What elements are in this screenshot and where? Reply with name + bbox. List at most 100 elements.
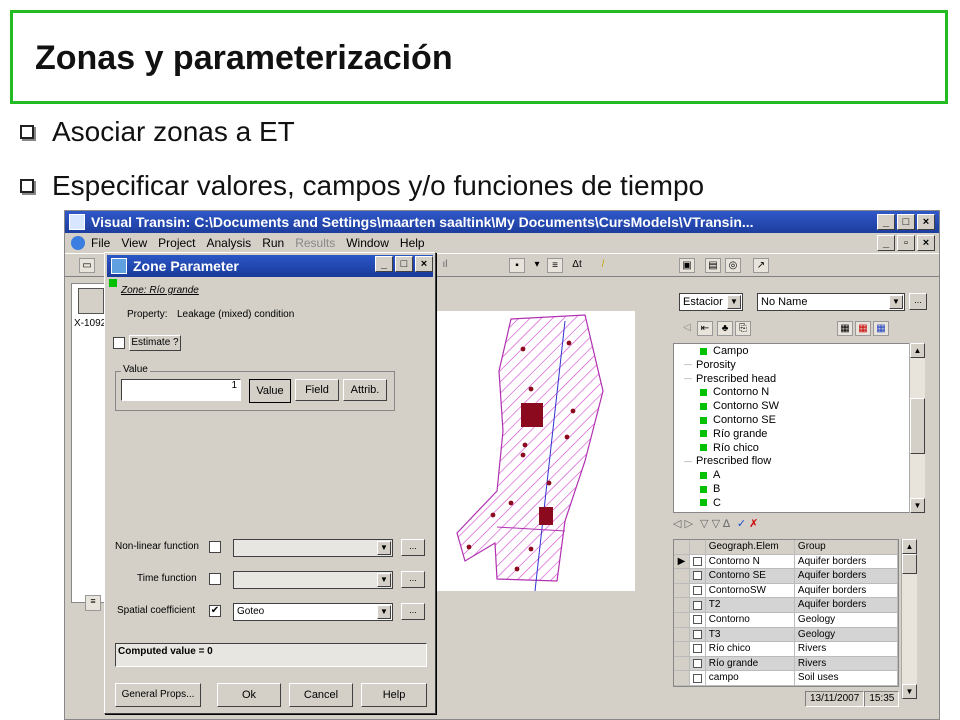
chevron-down-icon[interactable]: ▼ [377, 541, 391, 555]
grid-blue-icon[interactable]: ▦ [873, 321, 889, 336]
grid-scroll-thumb[interactable] [902, 554, 917, 574]
mdi-close-button[interactable]: × [917, 235, 935, 251]
table-row[interactable]: campo Soil uses [674, 671, 898, 686]
chevron-down-icon[interactable]: ▼ [377, 605, 391, 619]
scroll-down-icon[interactable]: ▼ [902, 684, 917, 699]
column-header-group[interactable]: Group [795, 540, 898, 554]
cancel-button[interactable]: Cancel [289, 683, 353, 707]
grid-scrollbar[interactable]: ▲ ▼ [901, 539, 917, 699]
dialog-close-button[interactable]: × [415, 256, 433, 272]
tree-item[interactable]: Contorno SW [700, 400, 779, 412]
time-function-browse-button[interactable]: ... [401, 571, 425, 588]
estimate-button[interactable]: Estimate ? [129, 335, 181, 351]
map-canvas[interactable] [435, 311, 635, 592]
delta-t-icon[interactable]: Δt [567, 258, 587, 273]
tree-item[interactable]: Río grande [700, 428, 767, 440]
menu-item-help[interactable]: Help [400, 236, 425, 250]
zone-map[interactable] [435, 311, 635, 592]
attrib-button[interactable]: Attrib. [343, 379, 387, 401]
tree-item[interactable]: C [700, 497, 721, 509]
nonlinear-combo[interactable]: ▼ [233, 539, 393, 557]
table-row[interactable]: ContornoSW Aquifer borders [674, 583, 898, 599]
tree-item[interactable]: — Prescribed flow [684, 455, 771, 467]
value-input[interactable]: 1 [121, 379, 241, 401]
table-row[interactable]: ▶ Contorno N Aquifer borders [674, 554, 898, 570]
first-icon[interactable]: ◁ ▷ [673, 518, 693, 530]
row-checkbox[interactable] [690, 554, 706, 569]
tree-item[interactable]: Contorno N [700, 386, 769, 398]
tree-icon[interactable]: ♣ [717, 321, 733, 336]
tree-item[interactable]: D [700, 511, 721, 512]
tree-item[interactable]: Contorno SE [700, 414, 776, 426]
table-row[interactable]: Contorno SE Aquifer borders [674, 569, 898, 584]
grid-tool-icon[interactable] [78, 288, 104, 314]
check-icon[interactable]: ✓ [737, 518, 746, 530]
menu-item-window[interactable]: Window [346, 236, 389, 250]
element-grid[interactable]: Geograph.Elem Group ▶ Contorno N Aquifer bor… [673, 539, 899, 687]
menu-item-file[interactable]: File [91, 236, 110, 250]
mdi-minimize-button[interactable]: _ [877, 235, 895, 251]
nonlinear-browse-button[interactable]: ... [401, 539, 425, 556]
time-function-combo[interactable]: ▼ [233, 571, 393, 589]
general-props-button[interactable]: General Props... [115, 683, 201, 707]
menu-item-results[interactable]: Results [295, 236, 335, 250]
scroll-thumb[interactable] [910, 398, 925, 454]
back-icon[interactable]: ◁ [679, 321, 695, 336]
app-titlebar[interactable]: Visual Transin: C:\Documents and Setting… [65, 211, 939, 233]
scroll-up-icon[interactable]: ▲ [910, 343, 925, 358]
menu-item-run[interactable]: Run [262, 236, 284, 250]
tree-item[interactable]: — Porosity [684, 359, 736, 371]
table-red-icon[interactable]: ▦ [855, 321, 871, 336]
chevron-down-icon[interactable]: ▼ [727, 295, 741, 309]
close-button[interactable]: × [917, 214, 935, 230]
copy-icon[interactable]: ⎘ [735, 321, 751, 336]
table-row[interactable]: Río chico Rivers [674, 642, 898, 657]
filter-icon[interactable]: ▽ ▽ ∆ [700, 518, 730, 530]
estimate-checkbox[interactable] [113, 337, 125, 349]
row-checkbox[interactable] [690, 671, 706, 685]
column-header-geograph[interactable]: Geograph.Elem [706, 540, 795, 554]
pencil-icon[interactable]: / [595, 258, 611, 273]
ok-button[interactable]: Ok [217, 683, 281, 707]
dropdown-arrow-icon[interactable]: ▾ [529, 258, 545, 273]
time-function-checkbox[interactable] [209, 573, 221, 585]
book-icon[interactable]: ▣ [679, 258, 695, 273]
dialog-minimize-button[interactable]: _ [375, 256, 393, 272]
note-icon[interactable]: ≡ [85, 595, 101, 611]
table-row[interactable]: T3 Geology [674, 627, 898, 643]
tree-item[interactable]: Campo [700, 345, 748, 357]
dialog-maximize-button[interactable]: □ [395, 256, 413, 272]
print-icon[interactable]: ▤ [705, 258, 721, 273]
property-tree[interactable]: Campo — Porosity — Prescribed head Contorno N… [673, 343, 925, 513]
menu-item-view[interactable]: View [121, 236, 147, 250]
row-checkbox[interactable] [690, 612, 706, 627]
chevron-down-icon[interactable]: ▼ [889, 295, 903, 309]
open-folder-icon[interactable]: ▭ [79, 258, 95, 273]
save-icon[interactable]: ▪ [509, 258, 525, 273]
graph-icon[interactable]: ↗ [753, 258, 769, 273]
chart-icon[interactable]: ıl [437, 258, 453, 273]
menu-item-analysis[interactable]: Analysis [207, 236, 252, 250]
chevron-down-icon[interactable]: ▼ [377, 573, 391, 587]
spatial-combo[interactable]: Goteo ▼ [233, 603, 393, 621]
table-row[interactable]: Río grande Rivers [674, 656, 898, 672]
table-row[interactable]: T2 Aquifer borders [674, 598, 898, 613]
row-checkbox[interactable] [690, 598, 706, 612]
row-checkbox[interactable] [690, 583, 706, 598]
menu-item-project[interactable]: Project [158, 236, 195, 250]
import-icon[interactable]: ⇤ [697, 321, 713, 336]
page-icon[interactable]: ≡ [547, 258, 563, 273]
tree-scrollbar[interactable]: ▲ ▼ [909, 343, 925, 513]
scroll-up-icon[interactable]: ▲ [902, 539, 917, 554]
uncheck-icon[interactable]: ✗ [749, 518, 758, 530]
row-checkbox[interactable] [690, 569, 706, 583]
maximize-button[interactable]: □ [897, 214, 915, 230]
tree-item[interactable]: A [700, 469, 720, 481]
preview-icon[interactable]: ◎ [725, 258, 741, 273]
nonlinear-checkbox[interactable] [209, 541, 221, 553]
station-combo[interactable]: Estacior ▼ [679, 293, 743, 311]
row-checkbox[interactable] [690, 642, 706, 656]
help-button[interactable]: Help [361, 683, 427, 707]
scroll-down-icon[interactable]: ▼ [910, 498, 925, 513]
field-button[interactable]: Field [295, 379, 339, 401]
